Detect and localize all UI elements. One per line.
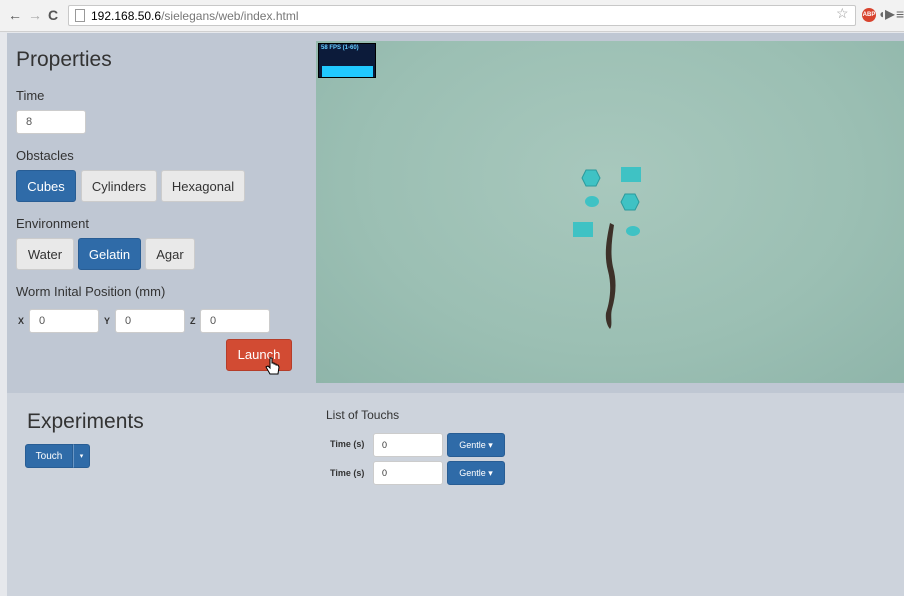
touch-time-input[interactable]: 0 xyxy=(373,461,443,485)
back-arrow-icon[interactable]: ← xyxy=(8,8,22,22)
url-path: /sielegans/web/index.html xyxy=(161,9,299,23)
touch-type-dropdown[interactable]: Gentle ▾ xyxy=(447,433,505,457)
page-icon xyxy=(75,9,85,22)
extension-icon[interactable]: ◖▶ xyxy=(878,7,894,21)
hand-cursor-icon xyxy=(265,357,280,375)
x-input[interactable]: 0 xyxy=(29,309,99,333)
simulation-viewport[interactable]: 58 FPS (1-60) xyxy=(316,41,904,383)
environment-gelatin-button[interactable]: Gelatin xyxy=(78,238,141,270)
cube-obstacle xyxy=(573,222,593,237)
menu-icon[interactable]: ≡ xyxy=(896,7,904,21)
cylinder-obstacle xyxy=(585,196,599,207)
touch-button[interactable]: Touch xyxy=(25,444,73,468)
z-input[interactable]: 0 xyxy=(200,309,270,333)
reload-icon[interactable]: C xyxy=(48,8,58,22)
touch-dropdown-caret-icon[interactable]: ▾ xyxy=(73,444,90,468)
touch-time-label: Time (s) xyxy=(330,468,365,478)
touch-time-label: Time (s) xyxy=(330,439,365,449)
worm-model xyxy=(605,223,616,329)
environment-water-button[interactable]: Water xyxy=(16,238,74,270)
properties-title: Properties xyxy=(16,48,112,71)
touch-type-dropdown[interactable]: Gentle ▾ xyxy=(447,461,505,485)
experiments-panel: Experiments Touch ▾ List of Touchs Time … xyxy=(7,393,904,596)
experiments-title: Experiments xyxy=(27,410,144,433)
obstacles-label: Obstacles xyxy=(16,148,74,163)
z-label: Z xyxy=(190,316,196,326)
touch-time-input[interactable]: 0 xyxy=(373,433,443,457)
y-label: Y xyxy=(104,316,111,326)
url-text: 192.168.50.6/sielegans/web/index.html xyxy=(91,9,299,23)
hexagon-obstacle xyxy=(581,169,601,187)
url-host: 192.168.50.6 xyxy=(91,9,162,23)
touch-list-title: List of Touchs xyxy=(326,408,400,422)
obstacle-cylinders-button[interactable]: Cylinders xyxy=(81,170,157,202)
address-bar[interactable]: 192.168.50.6/sielegans/web/index.html xyxy=(68,5,856,26)
fps-monitor: 58 FPS (1-60) xyxy=(318,43,376,78)
environment-label: Environment xyxy=(16,216,89,231)
launch-button[interactable]: Launch xyxy=(226,339,292,371)
time-label: Time xyxy=(16,88,45,103)
fps-text: 58 FPS (1-60) xyxy=(321,45,359,51)
bookmark-star-icon[interactable]: ☆ xyxy=(836,6,849,20)
browser-toolbar: ← → C 192.168.50.6/sielegans/web/index.h… xyxy=(0,0,904,32)
obstacle-hexagonal-button[interactable]: Hexagonal xyxy=(161,170,245,202)
obstacle-cubes-button[interactable]: Cubes xyxy=(16,170,76,202)
forward-arrow-icon[interactable]: → xyxy=(28,8,42,22)
cylinder-obstacle xyxy=(626,226,640,236)
adblock-icon[interactable]: ABP xyxy=(862,8,876,22)
time-input[interactable]: 8 xyxy=(16,110,86,134)
position-label: Worm Inital Position (mm) xyxy=(16,284,166,299)
x-label: X xyxy=(18,316,25,326)
hexagon-obstacle xyxy=(620,193,640,211)
y-input[interactable]: 0 xyxy=(115,309,185,333)
fps-graph xyxy=(322,66,373,77)
cube-obstacle xyxy=(621,167,641,182)
environment-agar-button[interactable]: Agar xyxy=(145,238,195,270)
